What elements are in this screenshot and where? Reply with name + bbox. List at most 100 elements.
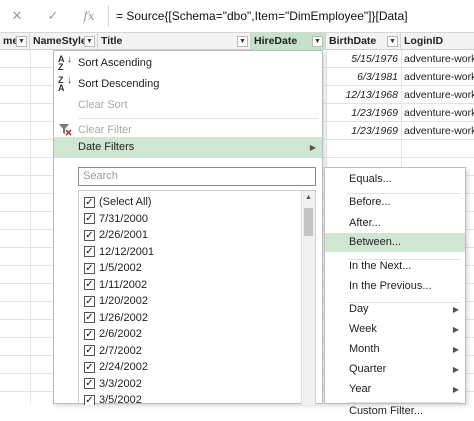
column-header-loginid[interactable]: LoginID [401,33,474,50]
checkbox[interactable]: ✓ [84,328,95,340]
sort-ascending-icon: A Z ↓ [58,54,72,72]
filter-value-item[interactable]: ✓ 7/31/2000 [79,211,301,228]
sort-ascending-item[interactable]: A Z ↓ Sort Ascending [54,53,322,74]
column-header-title[interactable]: Title ▼ [98,33,251,50]
filter-value-label: 7/31/2000 [99,212,148,225]
filter-value-item[interactable]: ✓ (Select All) [79,194,301,211]
chevron-right-icon: ▶ [452,305,459,314]
loginid-cell[interactable]: adventure-works\ [404,122,474,140]
scrollbar[interactable]: ▲ [301,191,315,405]
checkbox[interactable]: ✓ [84,229,95,241]
submenu-item-label: Custom Filter... [349,405,423,417]
filter-value-item[interactable]: ✓ 2/6/2002 [79,326,301,343]
filter-value-item[interactable]: ✓ 12/12/2001 [79,244,301,261]
loginid-cell[interactable]: adventure-works\ [404,104,474,122]
loginid-cell[interactable]: adventure-works\ [404,86,474,104]
submenu-item-quarter[interactable]: Quarter ▶ [325,360,465,379]
submenu-item-label: Before... [349,196,391,208]
checkbox[interactable]: ✓ [84,246,95,257]
formula-text[interactable]: = Source{[Schema="dbo",Item="DimEmployee… [116,9,408,23]
date-filters-item[interactable]: Date Filters ▶ [54,137,322,158]
submenu-item-in-the-next[interactable]: In the Next... [325,257,465,276]
sort-descending-item[interactable]: Z A ↓ Sort Descending [54,74,322,95]
column-header-hiredate[interactable]: HireDate ▼ [251,33,326,50]
submenu-item-custom-filter[interactable]: Custom Filter... [325,402,465,421]
submenu-item-label: Month [349,343,380,355]
submenu-item-before[interactable]: Before... [325,193,465,212]
submenu-item-year[interactable]: Year ▶ [325,380,465,399]
submenu-item-between[interactable]: Between... [325,233,465,252]
submenu-item-equals[interactable]: Equals... [325,170,465,189]
filter-value-label: 1/11/2002 [99,278,148,291]
chevron-down-icon[interactable]: ▼ [387,36,398,47]
birthdate-cell[interactable]: 5/15/1976 [326,50,398,68]
filter-dropdown-menu: A Z ↓ Sort Ascending Z A ↓ Sort Descending C… [53,50,323,405]
sort-descending-label: Sort Descending [78,78,160,90]
submenu-item-label: Week [349,323,377,335]
checkbox[interactable]: ✓ [84,361,95,373]
date-filters-submenu: Equals... Before... After... Between... In t… [324,167,466,417]
filter-value-item[interactable]: ✓ 1/20/2002 [79,293,301,310]
chevron-up-icon[interactable]: ▲ [302,191,315,205]
clear-filter-label: Clear Filter [78,124,132,136]
submenu-item-after[interactable]: After... [325,214,465,233]
filter-value-item[interactable]: ✓ 2/7/2002 [79,343,301,360]
checkbox[interactable]: ✓ [84,378,95,389]
column-header-namestyle[interactable]: NameStyle ▼ [30,33,98,50]
loginid-cell[interactable]: adventure-works\ [404,68,474,86]
filter-value-item[interactable]: ✓ 2/24/2002 [79,359,301,376]
checkbox[interactable]: ✓ [84,312,95,323]
check-icon[interactable]: ✓ [42,6,64,26]
filter-value-label: 1/20/2002 [99,295,148,307]
clear-sort-item[interactable]: Clear Sort [54,95,322,116]
submenu-item-in-the-previous[interactable]: In the Previous... [325,277,465,296]
date-filters-label: Date Filters [78,141,135,153]
loginid-cell[interactable]: adventure-works\ [404,50,474,68]
submenu-item-month[interactable]: Month ▶ [325,340,465,359]
filter-value-item[interactable]: ✓ 1/5/2002 [79,260,301,277]
submenu-item-label: Day [349,303,369,315]
column-header-name[interactable]: me ▼ [0,33,30,50]
birthdate-cell[interactable]: 12/13/1968 [326,86,398,104]
scrollbar-thumb[interactable] [304,208,313,236]
checkbox[interactable]: ✓ [84,345,95,356]
menu-separator [78,118,318,119]
checkbox[interactable]: ✓ [84,213,95,224]
submenu-item-label: After... [349,217,381,229]
birthdate-cell[interactable]: 6/3/1981 [326,68,398,86]
filter-value-item[interactable]: ✓ 1/26/2002 [79,310,301,327]
filter-value-item[interactable]: ✓ 3/5/2002 [79,392,301,405]
checkbox[interactable]: ✓ [84,394,95,405]
submenu-item-week[interactable]: Week ▶ [325,320,465,339]
filter-value-item[interactable]: ✓ 1/11/2002 [79,277,301,294]
checkbox[interactable]: ✓ [84,295,95,307]
column-header-label: HireDate [254,35,298,47]
checkbox[interactable]: ✓ [84,279,95,290]
column-header-birthdate[interactable]: BirthDate ▼ [326,33,401,50]
submenu-item-label: In the Previous... [349,280,432,292]
cancel-icon[interactable]: ✕ [6,6,28,26]
column-header-label: LoginID [404,35,444,47]
loginid-cell[interactable] [404,140,474,158]
filter-value-label: 3/5/2002 [99,394,142,405]
filter-value-label: 1/5/2002 [99,262,142,274]
filter-value-item[interactable]: ✓ 3/3/2002 [79,376,301,393]
sort-ascending-label: Sort Ascending [78,57,152,69]
chevron-right-icon: ▶ [452,385,459,394]
sort-descending-icon: Z A ↓ [58,75,72,93]
filter-value-label: 2/7/2002 [99,344,142,357]
chevron-down-icon[interactable]: ▼ [16,36,27,47]
checkbox[interactable]: ✓ [84,262,95,274]
chevron-down-icon[interactable]: ▼ [84,36,95,47]
search-input[interactable]: Search [78,167,316,186]
birthdate-cell[interactable]: 1/23/1969 [326,122,398,140]
chevron-down-icon[interactable]: ▼ [237,36,248,47]
chevron-down-icon[interactable]: ▼ [312,36,323,47]
checkbox[interactable]: ✓ [84,196,95,208]
submenu-item-label: Between... [349,236,401,248]
filter-value-item[interactable]: ✓ 2/26/2001 [79,227,301,244]
fx-icon[interactable]: fx [78,6,100,26]
birthdate-cell[interactable]: 1/23/1969 [326,104,398,122]
submenu-item-day[interactable]: Day ▶ [325,300,465,319]
birthdate-cell[interactable] [326,140,398,158]
